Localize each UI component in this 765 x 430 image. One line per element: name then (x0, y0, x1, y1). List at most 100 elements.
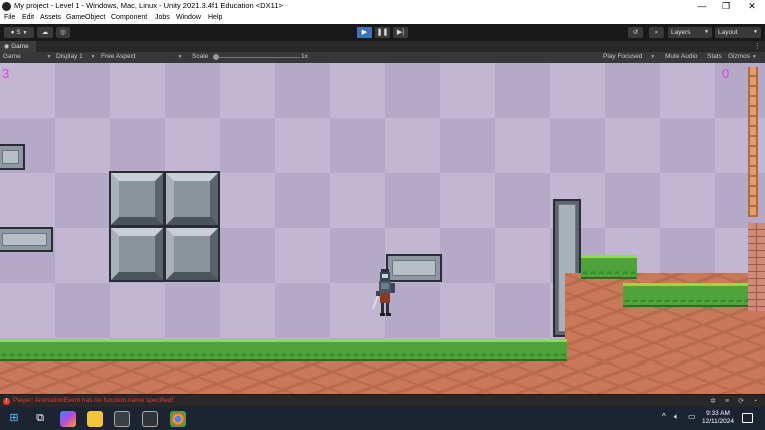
battery-icon[interactable]: ▭ (688, 412, 696, 421)
scale-value: 1x (301, 53, 308, 60)
close-button[interactable]: ✕ (740, 0, 764, 13)
windows-start-icon[interactable]: ⊞ (5, 410, 23, 426)
file-explorer-icon[interactable] (87, 411, 103, 427)
windows-taskbar: ⊞ ⧉ ^ 🔈︎ ▭ 9:33 AM 12/11/2024 (0, 407, 765, 430)
score-right: 0 (722, 66, 730, 81)
unity-logo-icon (2, 2, 11, 11)
play-focused-label: Play Focused (603, 53, 643, 60)
console-status-bar[interactable]: ! Player: AnimationEvent has no function… (0, 394, 765, 407)
gizmos-toggle[interactable]: Gizmos ▼ (728, 53, 757, 60)
display-dropdown[interactable]: Display 1 ▼ (56, 53, 96, 60)
step-button[interactable]: ▶| (393, 27, 408, 38)
chevron-down-icon: ▼ (704, 29, 709, 35)
menu-jobs[interactable]: Jobs (155, 14, 170, 21)
view-mode-dropdown[interactable]: Game ▼ (3, 53, 51, 60)
tab-game[interactable]: ◉ Game (0, 41, 36, 52)
sync-icon[interactable]: ⟳ (737, 398, 745, 406)
ladder (748, 67, 758, 217)
player-character (372, 269, 395, 316)
menu-component[interactable]: Component (111, 14, 147, 21)
search-button[interactable]: ⌕ (649, 27, 664, 38)
chevron-down-icon: ▼ (90, 54, 96, 60)
menu-file[interactable]: File (4, 14, 15, 21)
gamepad-icon: ◉ (4, 44, 10, 50)
stone-platform-ledge (0, 227, 53, 252)
menu-gameobject[interactable]: GameObject (66, 14, 105, 21)
scale-label: Scale (192, 53, 209, 60)
chrome-icon[interactable] (170, 411, 186, 427)
menu-edit[interactable]: Edit (22, 14, 34, 21)
collab-icon: ◎ (60, 29, 66, 36)
error-icon: ! (3, 398, 10, 405)
play-button[interactable]: ▶ (357, 27, 372, 38)
scale-slider-handle[interactable] (213, 54, 219, 60)
score-left: 3 (2, 66, 10, 81)
unity-hub-icon[interactable] (114, 411, 130, 427)
mute-audio-toggle[interactable]: Mute Audio (665, 53, 698, 60)
more-options-icon[interactable]: ⋮ (754, 41, 761, 52)
display-label: Display 1 (56, 53, 83, 60)
restore-button[interactable]: ❐ (714, 0, 738, 13)
layout-dropdown[interactable]: Layout ▼ (715, 27, 761, 38)
notification-icon[interactable] (742, 413, 753, 423)
menu-window[interactable]: Window (176, 14, 201, 21)
unity-editor-icon[interactable] (142, 411, 158, 427)
game-view-toolbar: Game ▼ Display 1 ▼ Free Aspect ▼ Scale 1… (0, 52, 765, 63)
view-mode-label: Game (3, 53, 21, 60)
taskbar-clock[interactable]: 9:33 AM 12/11/2024 (700, 410, 736, 426)
cloud-button[interactable]: ☁ (37, 27, 53, 38)
search-icon: ⌕ (654, 29, 659, 36)
account-icon: ● (10, 29, 15, 36)
account-label: S (16, 29, 21, 36)
layers-label: Layers (671, 29, 691, 36)
chevron-up-icon[interactable]: ^ (662, 412, 666, 421)
menu-bar: File Edit Assets GameObject Component Jo… (0, 13, 765, 24)
play-focused-dropdown[interactable]: Play Focused ▼ (603, 53, 655, 60)
main-toolbar: ● S ▼ ☁ ◎ ▶ ❚❚ ▶| ↺ ⌕ Layers ▼ Layout ▼ (0, 24, 765, 41)
play-icon: ▶ (361, 29, 368, 36)
menu-help[interactable]: Help (208, 14, 222, 21)
collab-button[interactable]: ◎ (56, 27, 70, 38)
pause-icon: ❚❚ (376, 29, 389, 36)
stone-block (164, 171, 220, 227)
chevron-down-icon: ▼ (753, 29, 758, 35)
clock-time: 9:33 AM (706, 410, 730, 417)
pause-button[interactable]: ❚❚ (375, 27, 390, 38)
progress-icon[interactable]: ◔ (751, 398, 759, 406)
bug-icon[interactable]: ✲ (709, 398, 717, 406)
chevron-down-icon: ▼ (751, 54, 757, 60)
clock-date: 12/11/2024 (701, 418, 735, 425)
console-error-message[interactable]: Player: AnimationEvent has no function n… (13, 397, 173, 404)
history-button[interactable]: ↺ (628, 27, 643, 38)
account-button[interactable]: ● S ▼ (4, 27, 34, 38)
tab-game-label: Game (11, 43, 29, 50)
chevron-down-icon: ▼ (650, 54, 656, 60)
menu-assets[interactable]: Assets (40, 14, 61, 21)
window-title: My project - Level 1 - Windows, Mac, Lin… (14, 1, 283, 10)
step-icon: ▶| (396, 29, 405, 36)
minimize-button[interactable]: — (690, 0, 714, 13)
cloud-icon: ☁ (41, 29, 49, 36)
history-icon: ↺ (632, 29, 639, 36)
copilot-icon[interactable] (60, 411, 76, 427)
brick-wall (748, 223, 765, 311)
speaker-icon[interactable]: 🔈︎ (674, 412, 679, 422)
grass-step-upper (581, 255, 637, 279)
layout-label: Layout (718, 29, 738, 36)
chevron-down-icon: ▼ (177, 54, 183, 60)
scale-slider-track[interactable] (215, 57, 300, 58)
title-bar: My project - Level 1 - Windows, Mac, Lin… (0, 0, 765, 13)
dirt-ground (0, 361, 765, 394)
task-view-icon[interactable]: ⧉ (31, 410, 49, 426)
tab-bar: ◉ Game ⋮ (0, 41, 765, 52)
gizmos-label: Gizmos (728, 53, 751, 60)
aspect-dropdown[interactable]: Free Aspect ▼ (101, 53, 182, 60)
layers-dropdown[interactable]: Layers ▼ (668, 27, 712, 38)
stone-block (109, 171, 165, 227)
stack-icon[interactable]: ≡ (723, 398, 731, 406)
game-view[interactable]: 3 0 (0, 63, 765, 394)
grass-step-lower (623, 283, 749, 307)
stats-toggle[interactable]: Stats (707, 53, 722, 60)
chevron-down-icon: ▼ (22, 30, 28, 36)
chevron-down-icon: ▼ (46, 54, 52, 60)
